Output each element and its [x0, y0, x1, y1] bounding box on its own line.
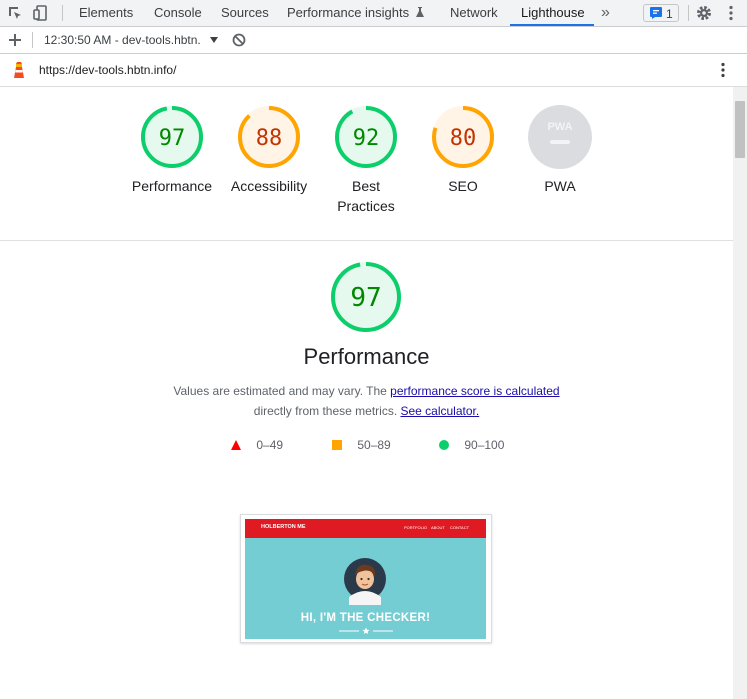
gauge-ring: 92 — [335, 106, 397, 168]
experiment-flask-icon — [415, 7, 424, 17]
avatar-illustration-icon — [344, 558, 386, 605]
legend-pass: 90–100 — [439, 438, 504, 452]
settings-gear-icon[interactable] — [695, 4, 713, 22]
score-gauge-pwa[interactable]: PWA PWA — [512, 104, 608, 196]
gauge-label: Performance — [131, 178, 213, 194]
gauge-label: PWA — [544, 178, 576, 194]
tab-elements[interactable]: Elements — [79, 0, 133, 26]
score-gauge-seo[interactable]: 80 SEO — [415, 104, 511, 196]
pass-circle-icon — [439, 440, 449, 450]
devtools-tab-bar: Elements Console Sources Performance ins… — [0, 0, 747, 27]
toolbar-separator — [62, 5, 63, 21]
gauge-score-value: 92 — [353, 126, 380, 151]
gauge-label: Accessibility — [230, 178, 308, 194]
inspect-element-icon[interactable] — [6, 4, 24, 22]
lighthouse-logo-icon — [14, 62, 24, 78]
section-divider — [0, 240, 733, 241]
fail-triangle-icon — [231, 440, 241, 450]
gauge-score-value: 88 — [256, 126, 283, 151]
tab-network[interactable]: Network — [450, 0, 498, 26]
issues-count: 1 — [666, 7, 673, 21]
score-gauge-accessibility[interactable]: 88 Accessibility — [221, 104, 317, 196]
gauge-score-value: 97 — [159, 126, 186, 151]
screenshot-nav-contact: CONTACT — [450, 525, 470, 530]
star-divider-icon — [339, 627, 393, 634]
legend-average: 50–89 — [332, 438, 391, 452]
active-tab-indicator — [510, 24, 594, 26]
issues-message-icon — [650, 7, 662, 19]
gauge-label: SEO — [448, 178, 478, 194]
average-square-icon — [332, 440, 342, 450]
report-url-bar: https://dev-tools.hbtn.info/ — [0, 54, 747, 87]
clear-block-icon[interactable] — [232, 33, 246, 47]
see-calculator-link[interactable]: See calculator. — [400, 404, 479, 418]
scrollbar-thumb[interactable] — [735, 101, 745, 158]
tab-performance-insights[interactable]: Performance insights — [287, 0, 425, 26]
report-menu-icon[interactable] — [714, 61, 732, 79]
tab-performance-insights-label: Performance insights — [287, 5, 410, 20]
report-selector[interactable]: 12:30:50 AM - dev-tools.hbtn. — [44, 27, 219, 53]
screenshot-nav-about: ABOUT — [431, 525, 445, 530]
score-gauge-best-practices[interactable]: 92 Best Practices — [318, 104, 414, 216]
report-selector-value: 12:30:50 AM - dev-tools.hbtn. — [44, 33, 201, 47]
screenshot-site-name: HOLBERTON ME — [261, 524, 306, 530]
tab-lighthouse[interactable]: Lighthouse — [521, 0, 585, 26]
screenshot-header: HOLBERTON ME PORTFOLIO ABOUT CONTACT — [245, 519, 486, 538]
page-screenshot-thumbnail[interactable]: HOLBERTON ME PORTFOLIO ABOUT CONTACT HI,… — [240, 514, 492, 643]
svg-text:PWA: PWA — [547, 121, 572, 133]
performance-gauge-large: 97 — [329, 260, 403, 334]
dropdown-arrow-icon — [210, 37, 219, 43]
toolbar-separator — [32, 32, 33, 48]
device-toolbar-icon[interactable] — [32, 4, 50, 22]
score-gauge-performance[interactable]: 97 Performance — [124, 104, 220, 196]
gauge-ring: 88 — [238, 106, 300, 168]
report-url[interactable]: https://dev-tools.hbtn.info/ — [39, 54, 176, 86]
lighthouse-toolbar: 12:30:50 AM - dev-tools.hbtn. — [0, 27, 747, 54]
issues-badge[interactable]: 1 — [643, 4, 679, 22]
more-options-icon[interactable] — [722, 4, 740, 22]
screenshot-viewport: HOLBERTON ME PORTFOLIO ABOUT CONTACT HI,… — [245, 519, 486, 639]
score-calculated-link[interactable]: performance score is calculated — [390, 384, 559, 398]
gauge-label: Best Practices — [337, 178, 395, 214]
tab-sources[interactable]: Sources — [221, 0, 269, 26]
performance-title: Performance — [303, 344, 430, 369]
tab-console[interactable]: Console — [154, 0, 202, 26]
legend-fail: 0–49 — [231, 438, 283, 452]
lighthouse-report: 97 Performance 88 Accessibility 92 Best P… — [0, 87, 733, 699]
screenshot-nav-portfolio: PORTFOLIO — [404, 525, 428, 530]
gauge-score-value: 80 — [450, 126, 477, 151]
performance-description: Values are estimated and may vary. The p… — [173, 384, 560, 418]
vertical-scrollbar[interactable] — [733, 87, 747, 699]
pwa-badge-icon: PWA — [528, 105, 592, 169]
screenshot-headline: HI, I'M THE CHECKER! — [300, 612, 431, 624]
performance-score: 97 — [350, 283, 381, 313]
more-tabs-chevron-icon[interactable]: » — [601, 0, 610, 26]
gauge-ring: 80 — [432, 106, 494, 168]
toolbar-separator — [688, 5, 689, 21]
gauge-ring: 97 — [141, 106, 203, 168]
plus-icon[interactable] — [8, 33, 22, 47]
